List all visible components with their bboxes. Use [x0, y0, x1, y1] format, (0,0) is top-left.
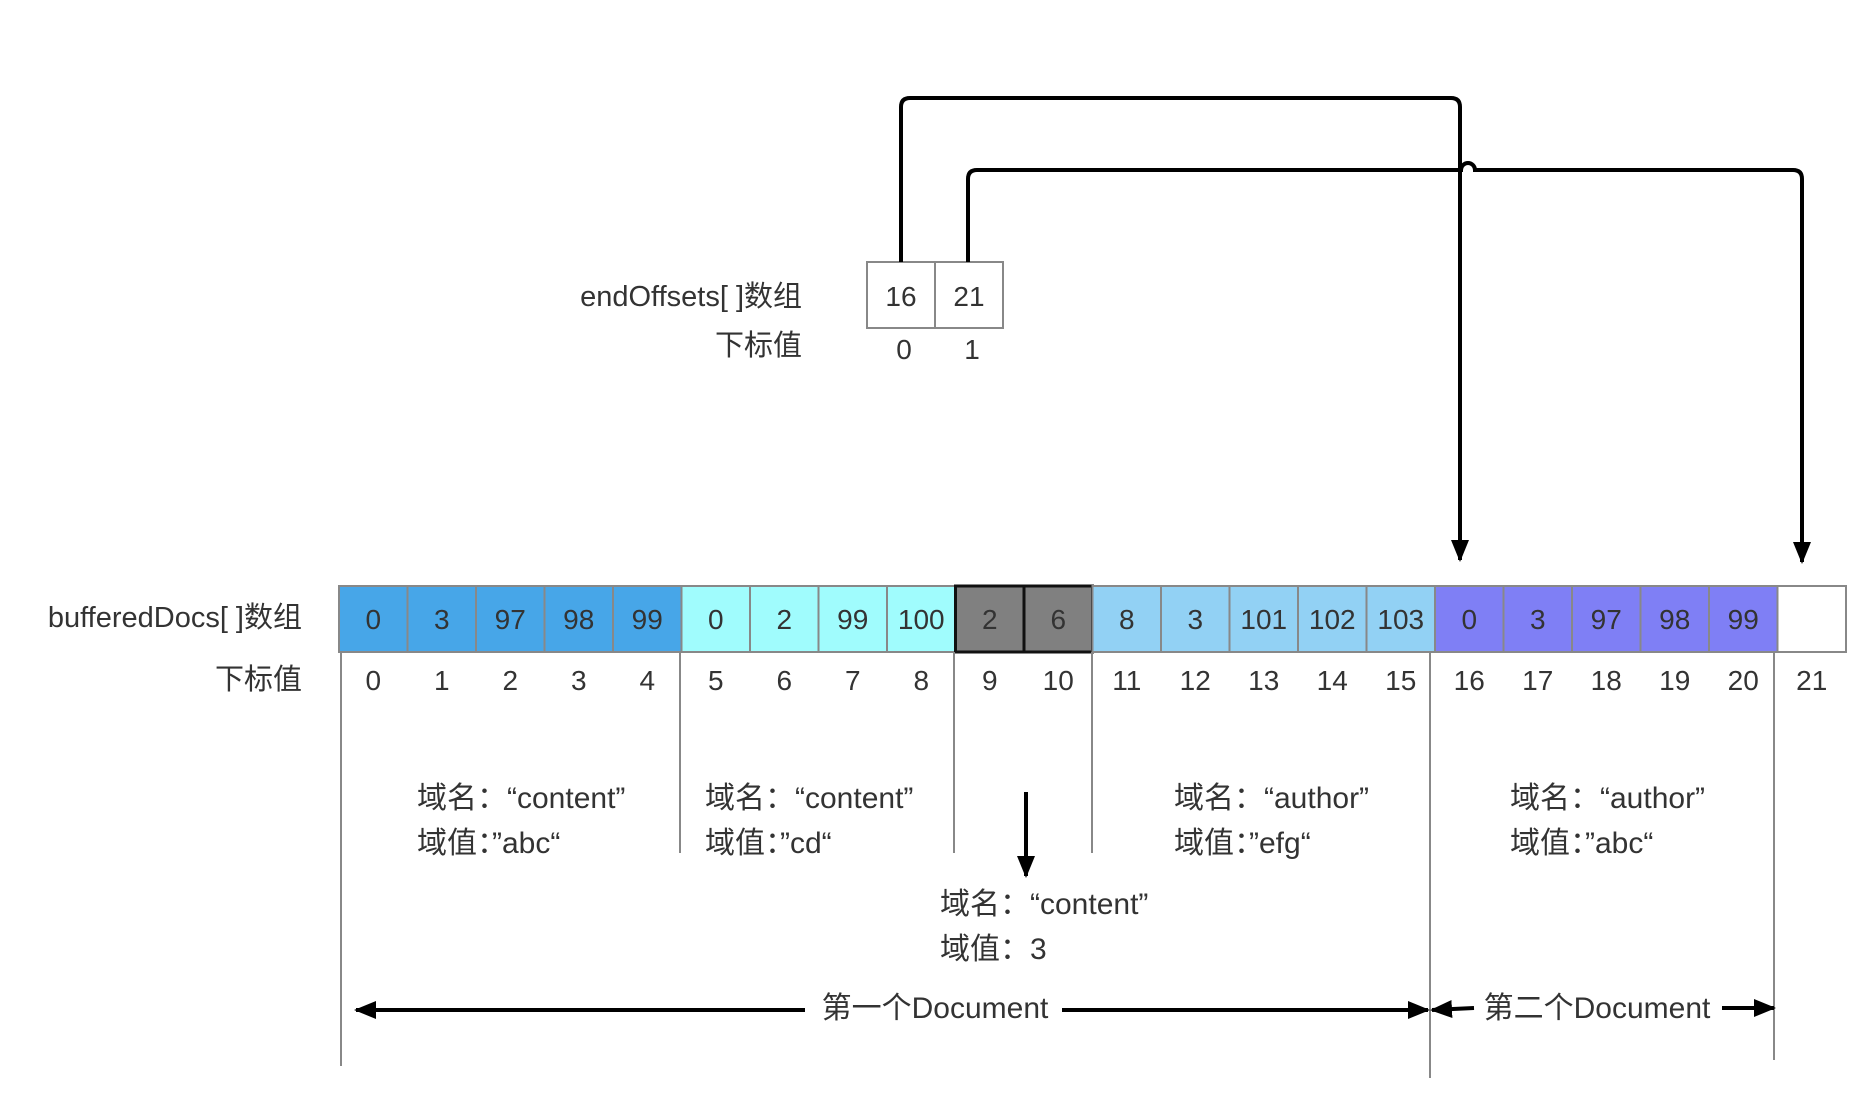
buffered-docs-value: 6	[1050, 604, 1066, 635]
buffered-docs-value: 98	[1659, 604, 1690, 635]
buffered-docs-value: 99	[632, 604, 663, 635]
annotation-field-5: 域名：“author” 域值：”abc“	[1510, 782, 1705, 860]
buffered-docs-index: 21	[1796, 665, 1827, 696]
buffered-docs-index: 0	[365, 665, 381, 696]
end-offsets-label: endOffsets[ ]数组	[580, 280, 802, 313]
buffered-docs-value: 0	[1461, 604, 1477, 635]
field-value: 域值：”abc“	[417, 827, 560, 860]
field-name: 域名：“author”	[1510, 782, 1705, 815]
buffered-docs-index: 8	[913, 665, 929, 696]
buffered-docs-diagram: endOffsets[ ]数组 下标值 160211 bufferedDocs[…	[48, 96, 1847, 1078]
buffered-docs-index-label: 下标值	[215, 663, 302, 696]
buffered-docs-value: 97	[1591, 604, 1622, 635]
buffered-docs-index: 9	[982, 665, 998, 696]
buffered-docs-value: 100	[898, 604, 945, 635]
buffered-docs-index: 7	[845, 665, 861, 696]
buffered-docs-cell	[1776, 585, 1847, 653]
buffered-docs-value: 97	[495, 604, 526, 635]
buffered-docs-index: 17	[1522, 665, 1553, 696]
buffered-docs-index: 13	[1248, 665, 1279, 696]
field-name: 域名：“content”	[940, 888, 1148, 921]
buffered-docs-value: 98	[563, 604, 594, 635]
end-offsets-value: 16	[885, 281, 916, 312]
end-offsets-array: 16 0 21 1	[866, 261, 1004, 365]
buffered-docs-value: 102	[1309, 604, 1356, 635]
end-offsets-value: 21	[953, 281, 984, 312]
second-document-label: 第二个Document	[1484, 992, 1711, 1025]
field-value: 域值：”efg“	[1174, 827, 1311, 860]
buffered-docs-value: 0	[708, 604, 724, 635]
field-name: 域名：“content”	[705, 782, 913, 815]
buffered-docs-index: 4	[639, 665, 655, 696]
end-offsets-index: 1	[964, 334, 980, 365]
annotation-field-3: 域名：“content” 域值：3	[940, 888, 1148, 966]
buffered-docs-value: 2	[776, 604, 792, 635]
buffered-docs-index: 16	[1454, 665, 1485, 696]
buffered-docs-index: 6	[776, 665, 792, 696]
end-offsets-index-label: 下标值	[715, 329, 802, 362]
buffered-docs-index: 20	[1728, 665, 1759, 696]
buffered-docs-value: 3	[1530, 604, 1546, 635]
annotation-field-4: 域名：“author” 域值：”efg“	[1174, 782, 1369, 860]
annotation-field-1: 域名：“content” 域值：”abc“	[417, 782, 625, 860]
doc2-left-arrow	[1430, 1000, 1475, 1019]
buffered-docs-index: 3	[571, 665, 587, 696]
buffered-docs-index: 5	[708, 665, 724, 696]
field-name: 域名：“content”	[417, 782, 625, 815]
first-document-label: 第一个Document	[822, 992, 1049, 1025]
buffered-docs-value: 0	[365, 604, 381, 635]
buffered-docs-index: 14	[1317, 665, 1348, 696]
buffered-docs-index: 10	[1043, 665, 1074, 696]
field-value: 域值：3	[940, 933, 1047, 966]
buffered-docs-value: 3	[434, 604, 450, 635]
end-offsets-index: 0	[896, 334, 912, 365]
field-name: 域名：“author”	[1174, 782, 1369, 815]
buffered-docs-value: 99	[1728, 604, 1759, 635]
annotation-field-2: 域名：“content” 域值：”cd“	[705, 782, 913, 860]
buffered-docs-value: 2	[982, 604, 998, 635]
buffered-docs-value: 99	[837, 604, 868, 635]
buffered-docs-index: 2	[502, 665, 518, 696]
buffered-docs-index: 1	[434, 665, 450, 696]
buffered-docs-label: bufferedDocs[ ]数组	[48, 601, 302, 634]
buffered-docs-value: 8	[1119, 604, 1135, 635]
field-value: 域值：”cd“	[705, 827, 832, 860]
pointer-arrow-21	[966, 161, 1811, 564]
buffered-docs-index: 12	[1180, 665, 1211, 696]
buffered-docs-index: 18	[1591, 665, 1622, 696]
buffered-docs-value: 3	[1187, 604, 1203, 635]
buffered-docs-index: 11	[1112, 665, 1141, 696]
buffered-docs-value: 103	[1377, 604, 1424, 635]
field-value: 域值：”abc“	[1510, 827, 1653, 860]
buffered-docs-index: 19	[1659, 665, 1690, 696]
buffered-docs-index: 15	[1385, 665, 1416, 696]
buffered-docs-value: 101	[1240, 604, 1287, 635]
